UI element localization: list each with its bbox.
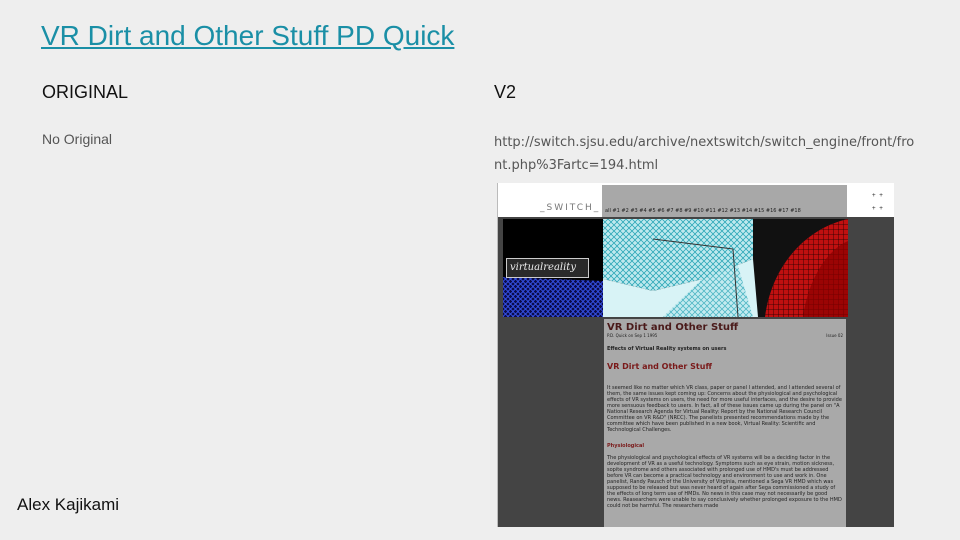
author-name: Alex Kajikami	[17, 495, 120, 514]
virtualreality-label: virtualreality	[506, 258, 589, 278]
nav-arrows: + + + +	[872, 189, 883, 215]
nav-arrow-bottom: + +	[872, 205, 883, 212]
article-byline: P.D. Quick on Sep 1 1995	[607, 333, 658, 338]
slide-title-link[interactable]: VR Dirt and Other Stuff PD Quick	[41, 20, 454, 52]
article-subtitle: Effects of Virtual Reality systems on us…	[607, 346, 727, 352]
nav-arrow-top: + +	[872, 192, 883, 199]
article-title: VR Dirt and Other Stuff	[607, 322, 739, 333]
issue-nav: all #1 #2 #3 #4 #5 #6 #7 #8 #9 #10 #11 #…	[605, 208, 801, 214]
article-meta: P.D. Quick on Sep 1 1995 Issue 02	[607, 333, 843, 338]
no-original-text: No Original	[42, 131, 113, 147]
archive-url: http://switch.sjsu.edu/archive/nextswitc…	[494, 135, 915, 173]
section-heading: Physiological	[607, 443, 645, 449]
v2-heading: V2	[494, 82, 517, 102]
article-heading: VR Dirt and Other Stuff	[607, 362, 712, 371]
article-panel: VR Dirt and Other Stuff P.D. Quick on Se…	[604, 319, 846, 527]
article-paragraph-2: The physiological and psychological effe…	[607, 455, 842, 509]
article-issue: Issue 02	[826, 333, 843, 338]
article-paragraph-1: It seemed like no matter which VR class,…	[607, 385, 842, 433]
original-heading: ORIGINAL	[42, 82, 129, 102]
switch-logo: _SWITCH_	[540, 203, 601, 213]
archived-page-screenshot: _SWITCH_ all #1 #2 #3 #4 #5 #6 #7 #8 #9 …	[497, 183, 894, 527]
